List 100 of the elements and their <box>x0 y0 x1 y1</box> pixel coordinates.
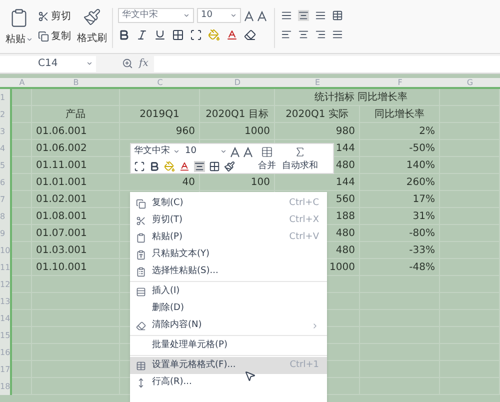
menu-item[interactable]: 插入(I) <box>130 283 327 300</box>
formula-input[interactable] <box>154 56 500 72</box>
table-cell: 01.11.001 <box>32 157 120 174</box>
align-top-icon[interactable] <box>281 10 292 21</box>
justify-icon[interactable] <box>332 29 343 40</box>
merge-icon <box>261 146 273 158</box>
italic-icon[interactable] <box>136 29 148 41</box>
table-cell <box>12 276 32 293</box>
table-cell <box>12 327 32 344</box>
font-color-icon[interactable] <box>179 161 190 172</box>
row-header[interactable]: 5 <box>0 157 12 174</box>
format-painter-button[interactable]: 格式刷 <box>77 8 107 46</box>
menu-item[interactable]: 行高(R)... <box>130 374 327 391</box>
row-header[interactable]: 12 <box>0 276 12 293</box>
zoom-icon[interactable] <box>122 58 133 69</box>
column-header[interactable]: C <box>120 78 200 88</box>
font-name-field[interactable]: 华文中宋 <box>118 8 194 23</box>
menu-item[interactable]: 批量处理单元格(P) <box>130 337 327 354</box>
menu-item[interactable]: 设置单元格格式(F)... Ctrl+1 <box>130 357 327 374</box>
table-cell: 01.07.001 <box>32 225 120 242</box>
name-box[interactable]: C14 <box>0 56 96 72</box>
row-header[interactable]: 15 <box>0 327 12 344</box>
eraser-icon[interactable] <box>244 29 256 41</box>
paste-icon[interactable] <box>9 8 29 28</box>
font-size-field[interactable]: 10 <box>197 8 241 23</box>
function-label[interactable]: fx <box>139 56 148 71</box>
paste-button[interactable]: 粘贴 <box>6 32 26 47</box>
border-icon[interactable] <box>209 161 220 172</box>
row-header[interactable]: 11 <box>0 259 12 276</box>
align-bottom-icon[interactable] <box>315 10 326 21</box>
table-cell: 1000 <box>200 123 275 140</box>
row-header[interactable]: 6 <box>0 174 12 191</box>
table-cell <box>12 191 32 208</box>
column-header[interactable]: E <box>275 78 360 88</box>
row-header[interactable]: 3 <box>0 123 12 140</box>
table-cell <box>12 106 32 123</box>
row-header[interactable]: 13 <box>0 293 12 310</box>
table-cell: 01.06.001 <box>32 123 120 140</box>
align-middle-icon[interactable] <box>298 10 309 21</box>
row-header[interactable]: 8 <box>0 208 12 225</box>
table-cell: 同比增长率 <box>360 106 440 123</box>
row-header[interactable]: 18 <box>0 378 12 395</box>
bold-icon[interactable] <box>149 161 160 172</box>
table-cell <box>12 225 32 242</box>
copy-button[interactable]: 复制 <box>38 29 71 44</box>
font-color-icon[interactable] <box>226 29 238 41</box>
caret-icon <box>220 148 227 155</box>
row-header[interactable]: 2 <box>0 106 12 123</box>
vertical-arrows-icon <box>136 378 146 388</box>
column-header[interactable]: B <box>32 78 120 88</box>
row-header[interactable]: 9 <box>0 225 12 242</box>
underline-icon[interactable] <box>154 29 166 41</box>
table-cell: 产品 <box>32 106 120 123</box>
align-left-icon[interactable] <box>281 29 292 40</box>
align-center-icon[interactable] <box>298 29 309 40</box>
column-header[interactable]: A <box>12 78 32 88</box>
font-size-change-icon[interactable] <box>230 146 254 158</box>
table-cell: 2020Q1 实际 <box>275 106 360 123</box>
paintbrush-icon[interactable] <box>224 161 235 172</box>
table-cell: 2019Q1 <box>120 106 200 123</box>
border-icon[interactable] <box>172 29 184 41</box>
row-header[interactable]: 17 <box>0 361 12 378</box>
table-cell <box>12 344 32 361</box>
font-size-field[interactable]: 10 <box>183 145 227 158</box>
table-cell <box>12 361 32 378</box>
table-cell <box>12 89 32 106</box>
table-cell: 01.08.001 <box>32 208 120 225</box>
fill-color-icon[interactable] <box>164 161 175 172</box>
row-header[interactable]: 4 <box>0 140 12 157</box>
row-header[interactable]: 1 <box>0 89 12 106</box>
align-center-icon[interactable] <box>194 161 205 172</box>
table-cell <box>12 242 32 259</box>
merge-button[interactable]: 合并 <box>258 146 276 174</box>
table-cell: -80% <box>360 225 440 242</box>
column-header[interactable]: G <box>440 78 500 88</box>
scissors-icon <box>38 11 49 22</box>
row-header[interactable]: 14 <box>0 310 12 327</box>
select-icon[interactable] <box>134 161 145 172</box>
column-header[interactable]: D <box>200 78 275 88</box>
column-header[interactable]: F <box>360 78 440 88</box>
menu-item[interactable]: 清除内容(N) <box>130 317 327 334</box>
row-header[interactable]: 7 <box>0 191 12 208</box>
mouse-cursor-icon <box>244 370 256 382</box>
bold-icon[interactable] <box>118 29 130 41</box>
merge-icon[interactable] <box>332 10 343 21</box>
cut-button[interactable]: 剪切 <box>38 9 71 24</box>
caret-icon <box>26 36 32 43</box>
caret-icon <box>183 12 190 19</box>
table-cell: 2020Q1 目标 <box>200 106 275 123</box>
table-cell: 01.03.001 <box>32 242 120 259</box>
menu-item[interactable]: 删除(D) <box>130 300 327 317</box>
align-right-icon[interactable] <box>315 29 326 40</box>
font-size-change-icon[interactable] <box>244 10 268 22</box>
row-header[interactable]: 16 <box>0 344 12 361</box>
clipboard-icon <box>136 266 146 276</box>
row-header[interactable]: 10 <box>0 242 12 259</box>
font-name-field[interactable]: 华文中宋 <box>134 145 180 158</box>
clipboard-icon <box>136 232 146 242</box>
fill-color-icon[interactable] <box>208 29 220 41</box>
caret-icon <box>86 60 93 67</box>
